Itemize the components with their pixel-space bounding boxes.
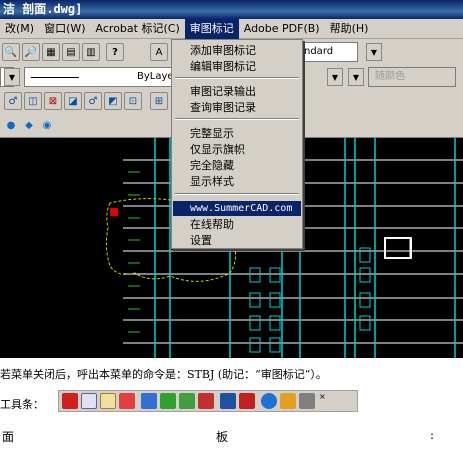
snap-tangent-icon[interactable]: ◩ — [104, 92, 122, 110]
linetype-sample — [31, 77, 79, 78]
menu-separator — [175, 118, 299, 120]
flags-only-icon[interactable] — [198, 393, 214, 409]
menu-item-full-display[interactable]: 完整显示 — [173, 126, 301, 141]
menu-separator — [175, 193, 299, 195]
menu-item-display-style[interactable]: 显示样式 — [173, 174, 301, 189]
query-records-icon[interactable] — [160, 393, 176, 409]
properties-icon[interactable]: ▦ — [42, 43, 60, 61]
plotstyle-dropdown-icon[interactable]: ▼ — [348, 68, 364, 86]
menu-item-settings[interactable]: 设置 — [173, 233, 301, 248]
box-icon[interactable]: ◆ — [20, 116, 38, 134]
window-title-bar: 洁 剖面.dwg] — [0, 0, 463, 19]
menu-item-show-flags-only[interactable]: 仅显示旗帜 — [173, 142, 301, 157]
menu-item-edit-markup[interactable]: 编辑审图标记 — [173, 59, 301, 74]
add-markup-icon[interactable] — [62, 393, 78, 409]
snap-node-icon[interactable]: ⊞ — [150, 92, 168, 110]
cloud-markup-icon[interactable] — [119, 393, 135, 409]
snap-endpoint-icon[interactable]: ♂ — [4, 92, 22, 110]
menu-window[interactable]: 窗口(W) — [39, 19, 90, 39]
menu-acrobat-markup[interactable]: Acrobat 标记(C) — [91, 19, 185, 39]
text-style-combo[interactable]: ndard — [300, 42, 358, 62]
snap-intersection-icon[interactable]: ⊠ — [44, 92, 62, 110]
window-title: 洁 剖面.dwg] — [3, 2, 83, 16]
panel-label-colon: : — [430, 428, 435, 442]
linetype-combo[interactable]: ByLaye — [24, 67, 172, 87]
menu-item-website-link[interactable]: www.SummerCAD.com — [173, 201, 301, 216]
text-style-icon[interactable]: A — [150, 43, 168, 61]
linetype-value: ByLaye — [137, 71, 172, 82]
design-center-icon[interactable]: ▤ — [62, 43, 80, 61]
panel-label-part-2: 板 — [216, 430, 229, 444]
render-icon[interactable]: ◉ — [38, 116, 56, 134]
display-style-icon[interactable] — [239, 393, 255, 409]
edit-markup-icon[interactable] — [81, 393, 97, 409]
snap-center-icon[interactable]: ◪ — [64, 92, 82, 110]
snap-quadrant-icon[interactable]: ♂ — [84, 92, 102, 110]
menu-item-online-help[interactable]: 在线帮助 — [173, 217, 301, 232]
snap-perpendicular-icon[interactable]: ⊡ — [124, 92, 142, 110]
toolbar-close-icon[interactable]: × — [319, 392, 326, 401]
zoom-realtime-icon[interactable]: 🔍 — [2, 43, 20, 61]
menu-help[interactable]: 帮助(H) — [325, 19, 374, 39]
help-icon[interactable]: ? — [106, 43, 124, 61]
lineweight-dropdown-icon[interactable]: ▼ — [327, 68, 343, 86]
menu-item-query-records[interactable]: 查询审图记录 — [173, 100, 301, 115]
review-markup-menu: 添加审图标记 编辑审图标记 审图记录输出 查询审图记录 完整显示 仅显示旗帜 完… — [171, 39, 303, 249]
menu-item-hide-all[interactable]: 完全隐藏 — [173, 158, 301, 173]
website-icon[interactable] — [261, 393, 277, 409]
menu-modify[interactable]: 改(M) — [0, 19, 39, 39]
menu-item-export-records[interactable]: 审图记录输出 — [173, 84, 301, 99]
snap-midpoint-icon[interactable]: ◫ — [24, 92, 42, 110]
command-caption: 若菜单关闭后，呼出本菜单的命令是：STBJ (助记：“审图标记”）。 — [0, 368, 327, 381]
menu-review-markup[interactable]: 审图标记 — [184, 18, 239, 39]
menu-bar: 改(M) 窗口(W) Acrobat 标记(C) 审图标记 Adobe PDF(… — [0, 18, 463, 39]
settings-icon[interactable] — [299, 393, 315, 409]
export-records-icon[interactable] — [141, 393, 157, 409]
menu-adobe-pdf[interactable]: Adobe PDF(B) — [239, 19, 325, 39]
review-markup-toolbar: × — [58, 390, 358, 412]
text-style-dropdown-icon[interactable]: ▼ — [366, 43, 382, 61]
layer-dropdown-icon[interactable]: ▼ — [4, 68, 20, 86]
sphere-icon[interactable]: ● — [2, 116, 20, 134]
arrow-markup-icon[interactable] — [100, 393, 116, 409]
menu-separator — [175, 77, 299, 79]
tool-palette-icon[interactable]: ▥ — [82, 43, 100, 61]
hide-all-icon[interactable] — [220, 393, 236, 409]
markup-flag-icon — [110, 208, 118, 216]
online-help-icon[interactable] — [280, 393, 296, 409]
full-display-icon[interactable] — [179, 393, 195, 409]
zoom-window-icon[interactable]: 🔎 — [22, 43, 40, 61]
menu-item-add-markup[interactable]: 添加审图标记 — [173, 43, 301, 58]
color-combo[interactable]: 随颜色 — [368, 67, 456, 87]
panel-label-part-1: 面 — [2, 430, 15, 444]
